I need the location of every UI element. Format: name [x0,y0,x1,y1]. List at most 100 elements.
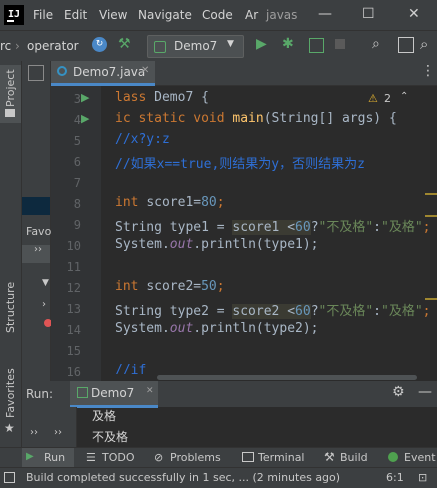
scroll-marker[interactable] [425,215,437,217]
tab-close-icon[interactable]: ✕ [141,65,149,76]
event-log-icon [388,452,398,462]
close-button[interactable]: ✕ [408,6,420,22]
search-everywhere-icon[interactable]: ⌕ [420,35,428,53]
run-icon: ▶ [26,451,34,462]
editor-tab-bar: Demo7.java ✕ ⋮ [51,61,437,86]
run-toolbar: ›› ›› [22,407,77,447]
stop-button[interactable] [335,39,345,49]
console-output-line: 不及格 [92,430,129,444]
project-structure-icon[interactable] [398,37,414,53]
maximize-button[interactable]: ☐ [362,6,375,22]
code-line[interactable]: String type2 = score2 <60?"不及格":"及格"; [115,300,430,319]
line-number: 8 [73,197,81,211]
code-line[interactable]: //如果x==true,则结果为y，否则结果为z [115,153,365,172]
scroll-marker[interactable] [425,193,437,195]
run-tab-demo7[interactable]: Demo7 ✕ [70,381,158,408]
run-panel-header: Run: Demo7 ✕ ⚙ — [22,381,437,408]
run-panel-title: Run: [26,387,54,401]
refresh-icon[interactable]: ↻ [92,37,107,52]
gear-icon[interactable]: ⚙ [392,384,405,400]
menu-analyze[interactable]: Ar [245,8,258,22]
more-actions-icon[interactable]: ›› [30,427,38,438]
tab-label: Demo7.java [73,65,146,79]
tab-menu-icon[interactable]: ⋮ [421,63,435,79]
structure-tool-button[interactable]: Structure [0,281,21,341]
java-file-icon [57,66,67,76]
expand-icon[interactable]: ›› [34,244,42,255]
search-icon[interactable]: ⌕ [372,36,380,52]
intellij-logo: IJ [4,5,24,25]
line-number: 3 [73,92,81,106]
code-line[interactable]: ic static void main(String[] args) { [115,111,397,126]
minimize-button[interactable]: — [318,6,332,22]
code-line[interactable]: System.out.println(type2); [115,321,319,336]
run-gutter-icon[interactable]: ▶ [81,91,89,104]
left-tool-window-strip: Project Structure Favorites ★ [0,61,22,447]
code-line[interactable]: String type1 = score1 <60?"不及格":"及格"; [115,216,430,235]
tool-tab-build-label: Build [340,451,368,464]
build-hammer-icon[interactable]: ⚒ [118,36,131,52]
tool-tab-event-log[interactable]: Event [386,448,437,468]
run-gutter-icon[interactable]: ▶ [81,112,89,125]
tool-tab-run-label: Run [44,451,66,464]
code-line[interactable]: int score2=50; [115,279,225,294]
breadcrumb-separator-icon: › [15,39,20,53]
tool-tab-todo-label: TODO [102,451,135,464]
favorites-tool-button[interactable]: Favorites ★ [0,365,21,435]
more-actions-icon[interactable]: ›› [54,427,62,438]
horizontal-scrollbar[interactable] [101,374,437,381]
hide-panel-icon[interactable]: — [418,384,432,400]
tool-tab-build[interactable]: ⚒ Build [322,448,378,468]
tool-tab-terminal-label: Terminal [258,451,305,464]
debug-bug-icon[interactable]: ✱ [282,36,294,52]
selected-tree-row[interactable] [22,197,50,215]
run-configuration-label: Demo7 [174,39,218,53]
tool-tab-terminal[interactable]: Terminal [240,448,316,468]
line-number: 9 [73,218,81,232]
run-button[interactable]: ▶ [256,36,267,52]
scroll-marker[interactable] [425,298,437,300]
tree-chevron-right-icon[interactable]: › [42,299,46,310]
run-configuration-select[interactable]: Demo7 ▼ [147,35,244,58]
line-number: 12 [66,281,81,295]
editor-gutter: 3 4 5 6 7 8 9 10 11 12 13 14 15 16 ▶ ▶ [51,86,101,381]
menu-navigate[interactable]: Navigate [138,8,192,22]
line-number: 10 [66,239,81,253]
tree-chevron-down-icon[interactable]: ▼ [42,278,49,288]
line-number: 6 [73,155,81,169]
code-line[interactable]: int score1=80; [115,195,225,210]
menu-code[interactable]: Code [202,8,233,22]
chevron-up-icon[interactable]: ⌃ [400,91,408,102]
tool-tab-todo[interactable]: ☰ TODO [84,448,144,468]
run-tab-close-icon[interactable]: ✕ [146,386,154,396]
code-line[interactable]: lass Demo7 { [115,90,209,105]
breadcrumb-src[interactable]: rc [0,39,11,53]
console-output-line: 及格 [92,409,117,423]
star-icon: ★ [4,421,15,435]
cursor-position[interactable]: 6:1 [386,471,404,484]
menu-view[interactable]: View [99,8,127,22]
code-line[interactable]: //x?y:z [115,132,170,147]
line-number: 11 [66,260,81,274]
menu-file[interactable]: File [33,8,53,22]
tool-tab-problems[interactable]: ⊘ Problems [152,448,232,468]
tool-tab-run[interactable]: ▶ Run [22,448,74,468]
title-bar: IJ File Edit View Navigate Code Ar javas… [0,0,437,30]
status-message[interactable]: Build completed successfully in 1 sec, .… [26,471,340,484]
bottom-tool-bar: ▶ Run ☰ TODO ⊘ Problems Terminal ⚒ Build… [0,447,437,468]
breadcrumb-operator[interactable]: operator [27,39,79,53]
warning-icon: ⚠ [368,92,378,105]
coverage-icon[interactable] [309,38,324,53]
terminal-icon [242,452,254,462]
scrollbar-thumb[interactable] [157,375,417,380]
code-line[interactable]: System.out.println(type1); [115,237,319,252]
line-number: 4 [73,113,81,127]
project-panel: Favo ›› ▼ › [22,61,52,381]
menu-edit[interactable]: Edit [64,8,87,22]
tab-demo7-java[interactable]: Demo7.java ✕ [51,61,155,86]
toggle-tool-windows-icon[interactable] [4,472,15,483]
project-view-icon[interactable] [28,65,44,81]
lock-icon[interactable]: ⊡ [418,471,427,484]
structure-tool-label: Structure [4,281,17,333]
project-tool-button[interactable]: Project [0,65,21,123]
